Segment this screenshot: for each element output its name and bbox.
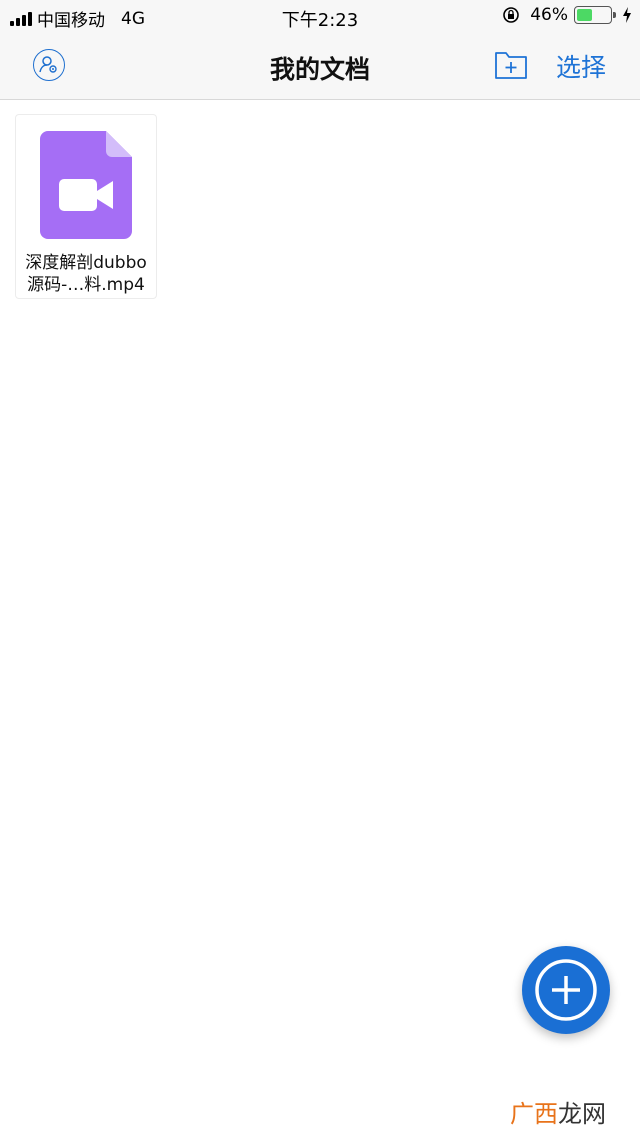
status-right: 46% — [502, 5, 632, 25]
file-name: 深度解剖dubbo 源码-…料.mp4 — [16, 252, 156, 296]
select-button[interactable]: 选择 — [556, 48, 606, 84]
nav-bar: 我的文档 选择 — [0, 34, 640, 100]
file-name-line1: 深度解剖dubbo — [25, 253, 147, 273]
watermark: 广西龙网 — [510, 1094, 606, 1129]
new-folder-icon[interactable] — [494, 48, 528, 80]
page-title: 我的文档 — [269, 55, 370, 84]
add-button[interactable] — [522, 946, 610, 1034]
watermark-text: 龙网 — [558, 1100, 606, 1128]
status-bar: 中国移动 4G 下午2:23 46% — [0, 0, 640, 34]
charging-bolt-icon — [623, 7, 631, 23]
video-file-icon — [40, 131, 132, 239]
battery-percent: 46% — [530, 5, 568, 25]
watermark-accent: 广西 — [510, 1100, 558, 1128]
screen: 中国移动 4G 下午2:23 46% 我的文档 选择 深度解剖dubbo 源码-… — [0, 0, 640, 1138]
battery-nub — [613, 12, 616, 18]
orientation-lock-icon — [503, 7, 520, 23]
file-card[interactable]: 深度解剖dubbo 源码-…料.mp4 — [15, 114, 157, 299]
battery-icon — [574, 6, 616, 24]
plus-icon — [535, 959, 597, 1021]
file-name-line2: 源码-…料.mp4 — [27, 275, 145, 295]
battery-level — [577, 9, 592, 21]
